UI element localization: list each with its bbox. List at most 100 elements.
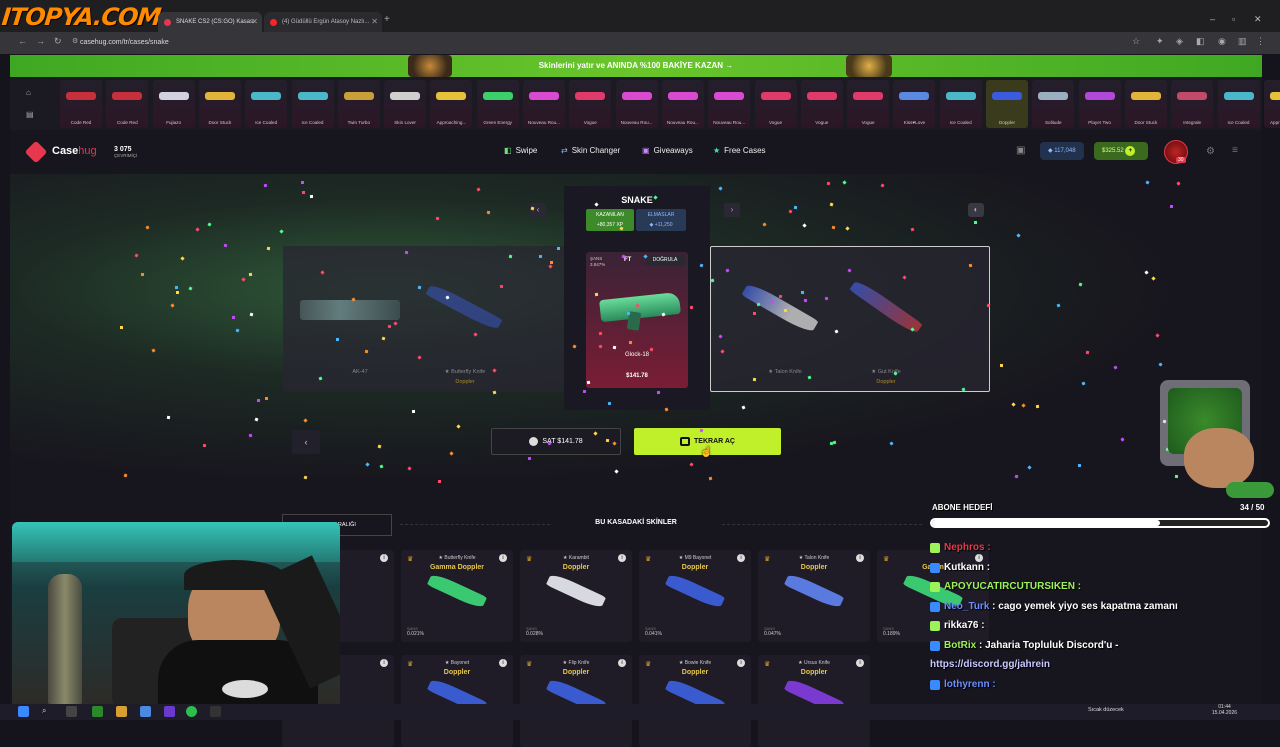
obs-icon[interactable] <box>210 706 221 717</box>
address-bar <box>0 32 1280 54</box>
close-window-icon[interactable]: ✕ <box>1254 14 1262 25</box>
drop-item[interactable]: Player Two <box>1078 80 1121 128</box>
app-icon[interactable] <box>186 706 197 717</box>
drop-item[interactable]: Nouveau Rou... <box>661 80 704 128</box>
drop-item[interactable]: Vogue <box>847 80 890 128</box>
site-logo[interactable]: Casehug <box>52 145 97 157</box>
drop-item[interactable]: Door Stuck <box>1124 80 1167 128</box>
add-funds-icon[interactable]: + <box>1125 146 1136 156</box>
profile-icon[interactable]: ◉ <box>1218 36 1226 47</box>
money-balance[interactable]: $325.52 + <box>1094 142 1148 160</box>
verify-button[interactable]: DOĞRULA <box>645 255 685 266</box>
sound-toggle-icon[interactable]: ◐ <box>968 203 984 217</box>
inventory-icon[interactable]: ▣ <box>1016 145 1025 156</box>
won-item-price: $141.78 <box>626 373 648 379</box>
skin-card[interactable]: ♛ i ★ Talon Knife Doppler ŞANS 0.047% <box>758 550 870 642</box>
browser-tab-active[interactable]: SNAKE CS2 (CS:GO) Kasası ✕ <box>158 12 262 32</box>
minimize-icon[interactable]: – <box>1210 14 1215 24</box>
drop-item[interactable]: Vogue <box>569 80 612 128</box>
info-icon[interactable]: i <box>380 554 388 562</box>
drop-item[interactable]: Nouveau Rou... <box>708 80 751 128</box>
confetti-piece <box>594 292 598 297</box>
skin-card[interactable]: ♛ i ★ Karambit Doppler ŞANS 0.028% <box>520 550 632 642</box>
app-icon[interactable] <box>92 706 103 717</box>
skin-card[interactable]: ♛ i ★ Flip Knife Doppler <box>520 655 632 747</box>
drop-item[interactable]: Vogue <box>754 80 797 128</box>
skin-name: ★ Ursus Knife <box>798 660 830 666</box>
skin-name: ★ Karambit <box>563 555 589 561</box>
maximize-icon[interactable]: ▫ <box>1232 14 1235 24</box>
nav-free-cases[interactable]: ★ Free Cases <box>713 146 766 155</box>
skin-card[interactable]: ♛ i ★ Ursus Knife Doppler <box>758 655 870 747</box>
drop-item[interactable]: Code Red <box>106 80 149 128</box>
drop-item[interactable]: Code Red <box>60 80 102 128</box>
new-tab-icon[interactable]: + <box>384 14 394 28</box>
skin-card[interactable]: ♛ i ★ M9 Bayonet Doppler ŞANS 0.041% <box>639 550 751 642</box>
drop-item[interactable]: Fujiazo <box>152 80 195 128</box>
drop-item[interactable]: Green Energy <box>476 80 519 128</box>
chrome-icon[interactable] <box>140 706 151 717</box>
confetti-piece <box>999 364 1003 368</box>
drop-item[interactable]: Doppler <box>986 80 1028 128</box>
confetti-piece <box>1085 350 1089 354</box>
skin-card[interactable]: ♛ i ★ Bayonet Doppler <box>401 655 513 747</box>
site-info-icon[interactable]: ⚙ <box>72 37 78 45</box>
extensions-puzzle-icon[interactable]: ◧ <box>1196 36 1205 47</box>
chat-message: Neo_Turk : cago yemek yiyo ses kapatma z… <box>930 601 1178 612</box>
drop-item[interactable]: Skin Lover <box>384 80 427 128</box>
nav-label: Skin Changer <box>571 146 621 155</box>
knife-image <box>426 571 488 611</box>
forward-icon[interactable]: → <box>36 36 45 46</box>
nav-giveaways[interactable]: ▣ Giveaways <box>642 146 693 155</box>
gem-balance[interactable]: ◆ 117,048 <box>1040 142 1084 160</box>
browser-tab-youtube[interactable]: (4) Güdüllü Ergün Atasoy Nazlı... ✕ <box>264 12 382 32</box>
drop-item[interactable]: Ice Coaled <box>245 80 288 128</box>
settings-gear-icon[interactable]: ⚙ <box>1206 146 1215 157</box>
drop-item[interactable]: Kiss♥Love <box>893 80 936 128</box>
drop-item[interactable]: Door Stuck <box>198 80 241 128</box>
confetti-piece <box>800 291 805 295</box>
extension-icon[interactable]: ✦ <box>1156 36 1164 47</box>
nav-skin-changer[interactable]: ⇄ Skin Changer <box>561 146 620 155</box>
drop-item[interactable]: Integrale <box>1171 80 1214 128</box>
menu-kebab-icon[interactable]: ⋮ <box>1256 36 1265 47</box>
task-view-icon[interactable] <box>66 706 77 717</box>
reload-icon[interactable]: ↻ <box>54 36 62 47</box>
drop-item[interactable]: Ice Coaled <box>291 80 334 128</box>
info-icon[interactable]: i <box>380 659 388 667</box>
drop-item[interactable]: Approaching... <box>430 80 473 128</box>
top-drops-icon[interactable]: ⌂ <box>26 88 31 97</box>
nav-swipe[interactable]: ◧ Swipe <box>504 146 537 155</box>
drop-item[interactable]: Approaching... <box>1263 80 1280 128</box>
skin-card[interactable]: ♛ i ★ Butterfly Knife Gamma Doppler ŞANS 0.02… <box>401 550 513 642</box>
back-arrow-button[interactable]: ‹ <box>292 430 320 454</box>
itopya-logo: ITOPYA.COM <box>0 3 162 31</box>
promo-banner[interactable]: Skinlerini yatır ve ANINDA %100 BAKİYE K… <box>10 55 1262 77</box>
drop-item[interactable]: Vogue <box>800 80 843 128</box>
sell-button[interactable]: SAT $141.78 <box>491 428 621 455</box>
taskbar-clock[interactable]: 01:44 15.04.2026 <box>1212 704 1237 716</box>
windows-start-icon[interactable] <box>18 706 29 717</box>
all-drops-icon[interactable]: ▤ <box>26 110 34 119</box>
url-field[interactable]: casehug.com/tr/cases/snake <box>80 35 169 51</box>
close-tab-icon[interactable]: ✕ <box>371 12 378 32</box>
drop-item[interactable]: Ice Coaled <box>939 80 982 128</box>
search-icon[interactable]: ⌕ <box>42 706 53 717</box>
bookmark-star-icon[interactable]: ☆ <box>1132 36 1140 47</box>
confetti-piece <box>264 397 268 401</box>
drop-item[interactable]: Ice Coaled <box>1217 80 1260 128</box>
next-arrow-icon[interactable]: › <box>724 203 740 217</box>
drop-item[interactable]: Solitude <box>1032 80 1075 128</box>
hamburger-menu-icon[interactable]: ≡ <box>1232 145 1238 156</box>
app-icon[interactable] <box>164 706 175 717</box>
skin-card[interactable]: ♛ i ★ Bowie Knife Doppler <box>639 655 751 747</box>
slot-name: ★ Gut Knife <box>871 369 901 375</box>
drop-item[interactable]: Twin Turbo <box>337 80 380 128</box>
back-icon[interactable]: ← <box>18 36 27 46</box>
extension-icon[interactable]: ◈ <box>1176 36 1183 47</box>
close-tab-icon[interactable]: ✕ <box>251 12 258 32</box>
drop-item[interactable]: Nouveau Rou... <box>615 80 658 128</box>
folder-icon[interactable] <box>116 706 127 717</box>
drop-item[interactable]: Nouveau Rou... <box>523 80 565 128</box>
sidebar-icon[interactable]: ▥ <box>1238 36 1247 47</box>
